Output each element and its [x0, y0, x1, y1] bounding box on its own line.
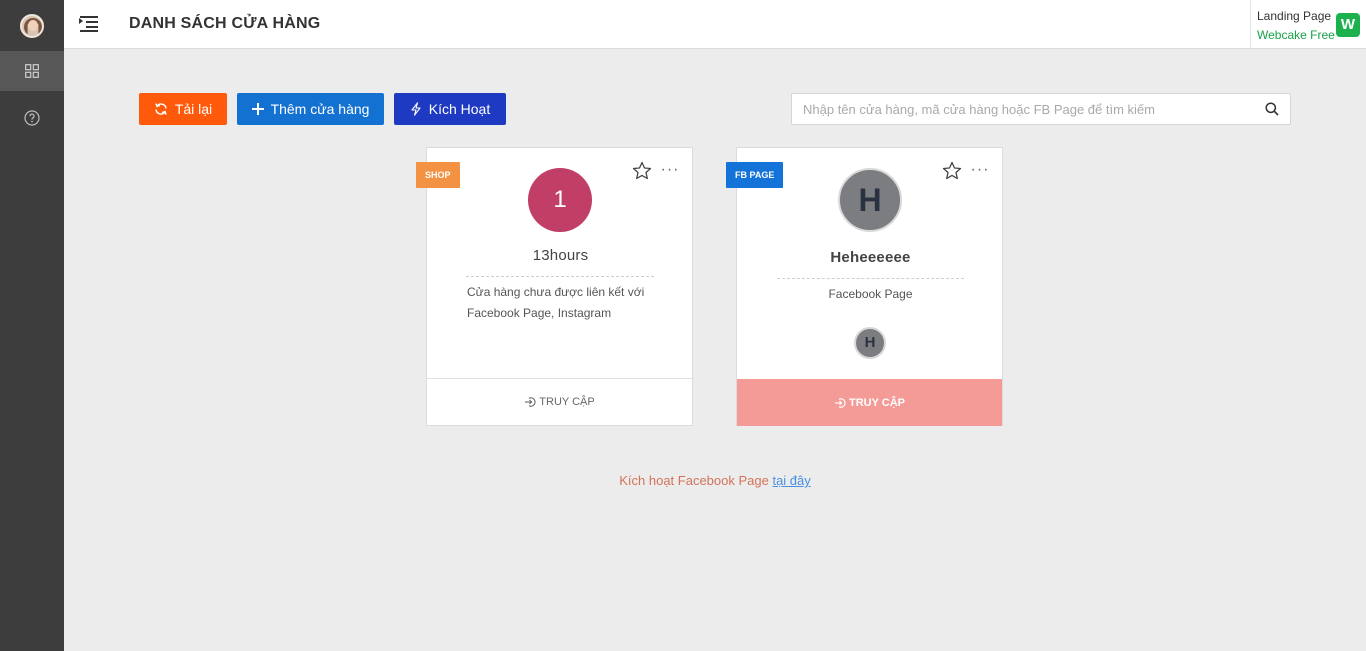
access-label: TRUY CẬP [848, 396, 906, 409]
menu-toggle-icon[interactable] [78, 14, 100, 34]
brand-switcher[interactable]: Landing Page Webcake Free W [1250, 0, 1366, 48]
activate-fb-text: Kích hoạt Facebook Page [619, 473, 773, 488]
store-card: SHOP ··· 1 13hours Cửa hàng chưa được li… [416, 147, 693, 426]
help-icon [24, 110, 40, 126]
divider [466, 276, 654, 277]
page-avatar: H [838, 168, 902, 232]
store-description: Cửa hàng chưa được liên kết với Facebook… [467, 282, 667, 324]
search-input[interactable] [792, 94, 1252, 124]
store-description-line: Facebook Page, Instagram [467, 306, 612, 320]
access-label: TRUY CẬP [539, 396, 595, 408]
sidebar [0, 0, 64, 651]
divider [777, 278, 964, 279]
activate-fb-note: Kích hoạt Facebook Page tại đây [0, 473, 1366, 488]
store-name: Heheeeeee [830, 249, 911, 266]
star-icon[interactable] [632, 161, 652, 181]
sidebar-item-help[interactable] [0, 98, 64, 138]
webcake-logo: W [1336, 13, 1360, 37]
store-card: FB PAGE ··· H Heheeeeee Facebook Page H … [726, 147, 1003, 426]
access-button[interactable]: TRUY CẬP [427, 378, 692, 425]
brand-product-name: Landing Page [1257, 9, 1332, 23]
login-icon [834, 397, 846, 408]
reload-label: Tải lại [174, 101, 213, 117]
store-description: Facebook Page [828, 287, 913, 301]
more-options-icon[interactable]: ··· [659, 161, 681, 181]
page-title: DANH SÁCH CỬA HÀNG [129, 15, 321, 32]
store-name: 13hours [532, 247, 589, 264]
add-store-label: Thêm cửa hàng [270, 101, 370, 117]
search-icon[interactable] [1265, 102, 1279, 116]
top-bar: DANH SÁCH CỬA HÀNG Landing Page Webcake … [64, 0, 1366, 49]
activate-fb-link[interactable]: tại đây [772, 473, 810, 488]
search-box [791, 93, 1291, 125]
shop-tag: SHOP [416, 162, 460, 188]
plus-icon [251, 103, 264, 115]
more-options-icon[interactable]: ··· [969, 161, 991, 181]
access-button[interactable]: TRUY CẬP [737, 379, 1002, 426]
reload-button[interactable]: Tải lại [139, 93, 227, 125]
brand-plan-name: Webcake Free [1257, 28, 1335, 42]
add-store-button[interactable]: Thêm cửa hàng [237, 93, 384, 125]
fb-page-tag: FB PAGE [726, 162, 784, 188]
store-description-line: Cửa hàng chưa được liên kết với [467, 285, 645, 299]
store-avatar: 1 [528, 168, 592, 232]
activate-button[interactable]: Kích Hoạt [394, 93, 506, 125]
user-avatar[interactable] [20, 14, 44, 38]
star-icon[interactable] [942, 161, 962, 181]
refresh-icon [155, 103, 167, 115]
grid-icon [25, 64, 39, 78]
sidebar-item-stores[interactable] [0, 51, 64, 91]
login-icon [525, 397, 536, 407]
lightning-icon [411, 102, 421, 116]
linked-page-avatar: H [854, 327, 886, 359]
activate-label: Kích Hoạt [428, 101, 491, 117]
